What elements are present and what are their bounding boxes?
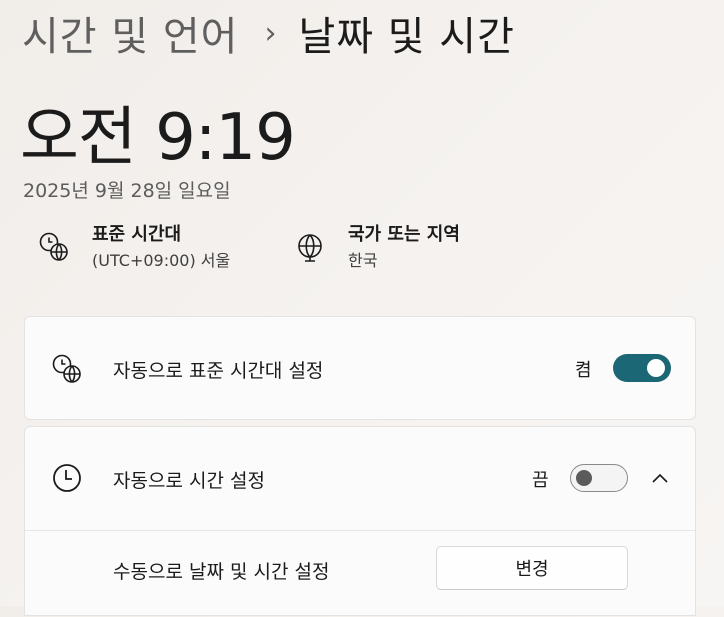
globe-icon bbox=[298, 234, 322, 262]
timezone-title: 표준 시간대 bbox=[92, 224, 182, 245]
auto-time-card: 자동으로 시간 설정 끔 수동으로 날짜 및 시간 설정 변경 bbox=[24, 426, 696, 616]
auto-time-state: 끔 bbox=[532, 470, 549, 491]
timezone-value: (UTC+09:00) 서울 bbox=[92, 251, 231, 270]
breadcrumb-separator-icon: › bbox=[264, 15, 277, 51]
current-date: 2025년 9월 28일 일요일 bbox=[23, 180, 231, 202]
auto-time-label: 자동으로 시간 설정 bbox=[113, 469, 265, 492]
toggle-knob bbox=[647, 359, 665, 377]
breadcrumb-parent-link[interactable]: 시간 및 언어 bbox=[22, 4, 238, 62]
toggle-knob bbox=[576, 470, 592, 486]
breadcrumb: 시간 및 언어 › 날짜 및 시간 bbox=[22, 6, 515, 60]
current-time: 오전 9:19 bbox=[20, 101, 296, 175]
page-title: 날짜 및 시간 bbox=[298, 14, 515, 60]
auto-time-row[interactable]: 자동으로 시간 설정 끔 bbox=[25, 427, 695, 531]
clock-icon bbox=[53, 464, 81, 492]
region-value: 한국 bbox=[348, 251, 378, 270]
manual-time-label: 수동으로 날짜 및 시간 설정 bbox=[113, 561, 330, 583]
timezone-info: 표준 시간대 (UTC+09:00) 서울 bbox=[38, 222, 230, 274]
auto-time-toggle[interactable] bbox=[570, 464, 628, 492]
chevron-up-icon[interactable] bbox=[649, 468, 671, 490]
auto-timezone-card: 자동으로 표준 시간대 설정 켬 bbox=[24, 316, 696, 420]
auto-timezone-toggle[interactable] bbox=[613, 354, 671, 382]
auto-timezone-label: 자동으로 표준 시간대 설정 bbox=[113, 359, 324, 382]
region-info: 국가 또는 지역 한국 bbox=[294, 222, 460, 274]
clock-globe-icon bbox=[39, 232, 68, 261]
manual-time-row: 수동으로 날짜 및 시간 설정 변경 bbox=[25, 531, 695, 617]
change-button[interactable]: 변경 bbox=[436, 546, 628, 590]
auto-timezone-state: 켬 bbox=[575, 360, 592, 381]
clock-globe-icon bbox=[52, 354, 81, 383]
region-title: 국가 또는 지역 bbox=[348, 224, 460, 245]
